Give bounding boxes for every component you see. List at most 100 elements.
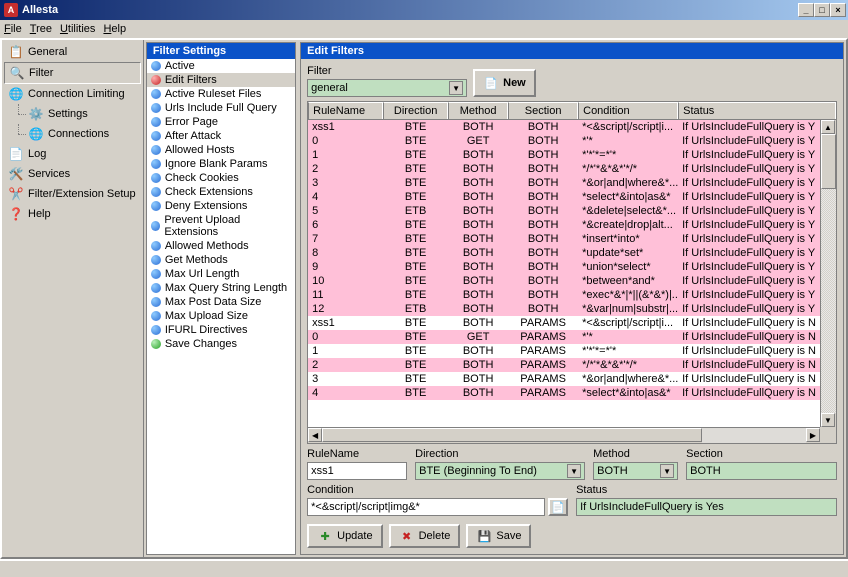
filter-item-ignore-blank-params[interactable]: Ignore Blank Params: [147, 157, 295, 171]
method-select[interactable]: BOTH▼: [593, 462, 678, 480]
maximize-button[interactable]: □: [814, 3, 830, 17]
table-row[interactable]: 5ETBBOTHBOTH*&delete|select&*...If UrlsI…: [308, 204, 820, 218]
table-row[interactable]: 9BTEBOTHBOTH*union*select*If UrlsInclude…: [308, 260, 820, 274]
scroll-up-icon[interactable]: ▲: [821, 120, 835, 134]
col-status[interactable]: Status: [678, 102, 836, 119]
update-label: Update: [337, 530, 372, 542]
nav-item-settings[interactable]: ⚙️Settings: [4, 104, 141, 124]
cell-section: BOTH: [508, 274, 578, 288]
table-row[interactable]: 0BTEGETBOTH*'*If UrlsIncludeFullQuery is…: [308, 134, 820, 148]
filter-item-label: Max Post Data Size: [165, 296, 262, 308]
menu-file[interactable]: File: [4, 23, 22, 35]
cell-method: BOTH: [448, 120, 508, 134]
table-row[interactable]: 4BTEBOTHBOTH*select*&into|as&*If UrlsInc…: [308, 190, 820, 204]
cell-section: BOTH: [508, 302, 578, 316]
col-condition[interactable]: Condition: [578, 102, 678, 119]
direction-select[interactable]: BTE (Beginning To End)▼: [415, 462, 585, 480]
nav-item-services[interactable]: 🛠️Services: [4, 164, 141, 184]
nav-item-general[interactable]: 📋General: [4, 42, 141, 62]
filter-item-label: Max Url Length: [165, 268, 240, 280]
scroll-left-icon[interactable]: ◀: [308, 428, 322, 442]
table-row[interactable]: 12ETBBOTHBOTH*&var|num|substr|...If Urls…: [308, 302, 820, 316]
table-row[interactable]: 8BTEBOTHBOTH*update*set*If UrlsIncludeFu…: [308, 246, 820, 260]
table-row[interactable]: 11BTEBOTHBOTH*exec*&*|*||(&*&*)|...If Ur…: [308, 288, 820, 302]
scroll-down-icon[interactable]: ▼: [821, 413, 835, 427]
save-button[interactable]: 💾Save: [466, 524, 531, 548]
new-filter-button[interactable]: 📄 New: [473, 69, 536, 97]
table-row[interactable]: 10BTEBOTHBOTH*between*and*If UrlsInclude…: [308, 274, 820, 288]
menu-help[interactable]: Help: [103, 23, 126, 35]
filter-item-save-changes[interactable]: Save Changes: [147, 337, 295, 351]
filter-item-active[interactable]: Active: [147, 59, 295, 73]
filter-item-max-query-string-length[interactable]: Max Query String Length: [147, 281, 295, 295]
status-display[interactable]: If UrlsIncludeFullQuery is Yes: [576, 498, 837, 516]
cell-method: BOTH: [448, 246, 508, 260]
nav-item-help[interactable]: ❓Help: [4, 204, 141, 224]
filter-item-allowed-methods[interactable]: Allowed Methods: [147, 239, 295, 253]
table-row[interactable]: 2BTEBOTHBOTH*/*'*&*&*'*/*If UrlsIncludeF…: [308, 162, 820, 176]
table-row[interactable]: 4BTEBOTHPARAMS*select*&into|as&*If UrlsI…: [308, 386, 820, 400]
close-button[interactable]: ×: [830, 3, 846, 17]
filter-selector[interactable]: general ▼: [307, 79, 467, 97]
nav-item-connections[interactable]: 🌐Connections: [4, 124, 141, 144]
filter-item-prevent-upload-extensions[interactable]: Prevent Upload Extensions: [147, 213, 295, 239]
condition-browse-button[interactable]: 📄: [548, 498, 568, 516]
cell-rulename: 4: [308, 386, 383, 400]
table-row[interactable]: xss1BTEBOTHPARAMS*<&script|/script|i...I…: [308, 316, 820, 330]
menu-utilities[interactable]: Utilities: [60, 23, 95, 35]
scroll-thumb[interactable]: [821, 134, 836, 189]
condition-input[interactable]: *<&script|/script|img&*: [307, 498, 545, 516]
filter-item-check-cookies[interactable]: Check Cookies: [147, 171, 295, 185]
table-row[interactable]: 3BTEBOTHPARAMS*&or|and|where&*...If Urls…: [308, 372, 820, 386]
nav-label: Help: [28, 208, 51, 220]
table-row[interactable]: 3BTEBOTHBOTH*&or|and|where&*...If UrlsIn…: [308, 176, 820, 190]
table-row[interactable]: 7BTEBOTHBOTH*insert*into*If UrlsIncludeF…: [308, 232, 820, 246]
cell-condition: *'*: [578, 330, 678, 344]
vertical-scrollbar[interactable]: ▲ ▼: [820, 120, 836, 427]
col-rulename[interactable]: RuleName: [308, 102, 383, 119]
table-row[interactable]: 1BTEBOTHBOTH*'*'*=*'*If UrlsIncludeFullQ…: [308, 148, 820, 162]
filter-item-after-attack[interactable]: After Attack: [147, 129, 295, 143]
filter-item-active-ruleset-files[interactable]: Active Ruleset Files: [147, 87, 295, 101]
filter-item-urls-include-full-query[interactable]: Urls Include Full Query: [147, 101, 295, 115]
update-button[interactable]: ✚Update: [307, 524, 382, 548]
hscroll-track[interactable]: [702, 428, 806, 443]
col-method[interactable]: Method: [448, 102, 508, 119]
filter-item-edit-filters[interactable]: Edit Filters: [147, 73, 295, 87]
col-direction[interactable]: Direction: [383, 102, 448, 119]
filter-item-get-methods[interactable]: Get Methods: [147, 253, 295, 267]
nav-item-log[interactable]: 📄Log: [4, 144, 141, 164]
cell-method: BOTH: [448, 218, 508, 232]
table-row[interactable]: xss1BTEBOTHBOTH*<&script|/script|i...If …: [308, 120, 820, 134]
horizontal-scrollbar[interactable]: ◀ ▶: [308, 427, 820, 443]
scroll-right-icon[interactable]: ▶: [806, 428, 820, 442]
table-row[interactable]: 2BTEBOTHPARAMS*/*'*&*&*'*/*If UrlsInclud…: [308, 358, 820, 372]
table-row[interactable]: 1BTEBOTHPARAMS*'*'*=*'*If UrlsIncludeFul…: [308, 344, 820, 358]
filter-item-allowed-hosts[interactable]: Allowed Hosts: [147, 143, 295, 157]
col-section[interactable]: Section: [508, 102, 578, 119]
menu-bar: File Tree Utilities Help: [0, 20, 848, 38]
menu-tree[interactable]: Tree: [30, 23, 52, 35]
section-select[interactable]: BOTH: [686, 462, 837, 480]
filter-item-deny-extensions[interactable]: Deny Extensions: [147, 199, 295, 213]
filter-item-max-upload-size[interactable]: Max Upload Size: [147, 309, 295, 323]
nav-item-connection-limiting[interactable]: 🌐Connection Limiting: [4, 84, 141, 104]
scroll-track[interactable]: [821, 189, 836, 413]
bullet-icon: [151, 159, 161, 169]
cell-condition: *&delete|select&*...: [578, 204, 678, 218]
filter-item-max-post-data-size[interactable]: Max Post Data Size: [147, 295, 295, 309]
rulename-input[interactable]: xss1: [307, 462, 407, 480]
table-row[interactable]: 6BTEBOTHBOTH*&create|drop|alt...If UrlsI…: [308, 218, 820, 232]
minimize-button[interactable]: _: [798, 3, 814, 17]
nav-item-filter-extension-setup[interactable]: ✂️Filter/Extension Setup: [4, 184, 141, 204]
cell-status: If UrlsIncludeFullQuery is N: [678, 372, 820, 386]
filter-item-max-url-length[interactable]: Max Url Length: [147, 267, 295, 281]
table-row[interactable]: 0BTEGETPARAMS*'*If UrlsIncludeFullQuery …: [308, 330, 820, 344]
filter-item-ifurl-directives[interactable]: IFURL Directives: [147, 323, 295, 337]
nav-item-filter[interactable]: 🔍Filter: [4, 62, 141, 84]
cell-condition: *&or|and|where&*...: [578, 372, 678, 386]
hscroll-thumb[interactable]: [322, 428, 702, 442]
delete-button[interactable]: ✖Delete: [389, 524, 461, 548]
filter-item-error-page[interactable]: Error Page: [147, 115, 295, 129]
filter-item-check-extensions[interactable]: Check Extensions: [147, 185, 295, 199]
